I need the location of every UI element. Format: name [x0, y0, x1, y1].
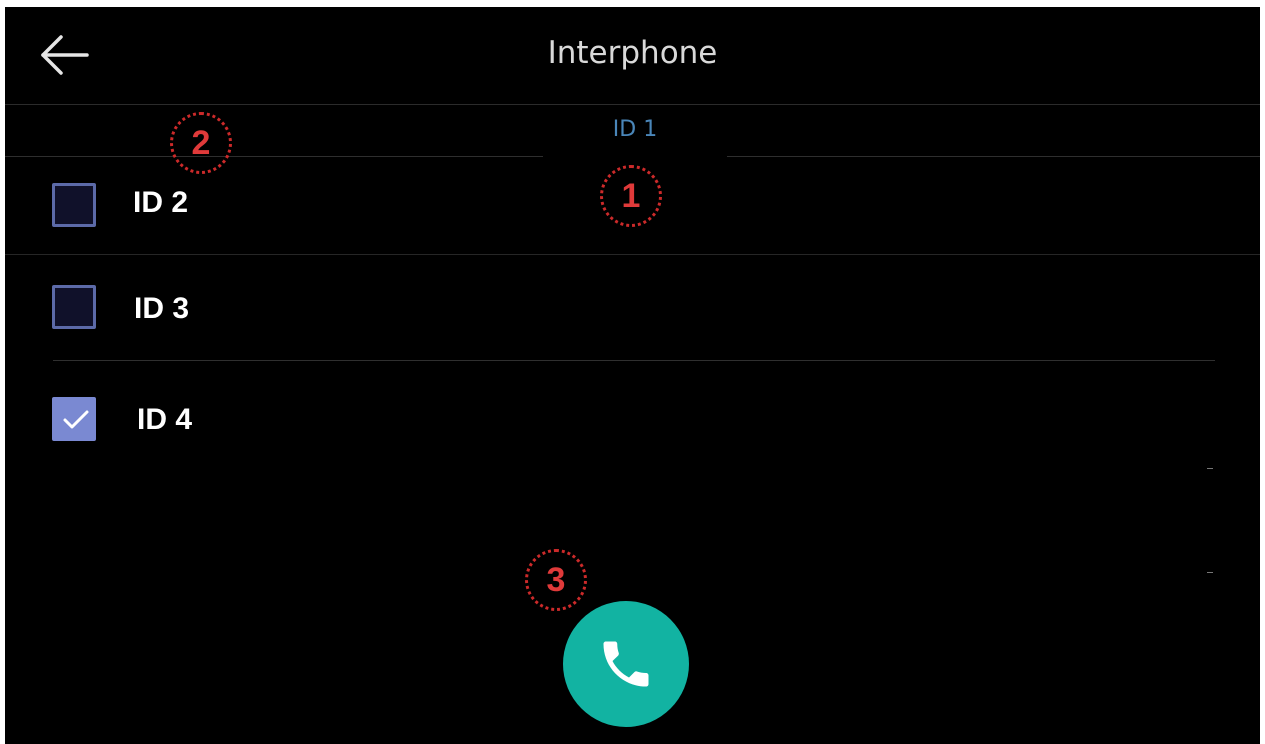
check-icon — [63, 410, 89, 429]
phone-icon — [603, 641, 649, 687]
annotation-marker-3: 3 — [525, 549, 587, 611]
page-title: Interphone — [547, 35, 718, 71]
interphone-screen: Interphone ID 1 ID 2 ID 3 ID 4 1 2 3 — [5, 7, 1260, 744]
device-label-id-2: ID 2 — [133, 186, 189, 219]
annotation-marker-1: 1 — [600, 165, 662, 227]
checkbox-id-4[interactable] — [52, 397, 96, 441]
scroll-marker — [1207, 468, 1213, 469]
device-label-id-3: ID 3 — [134, 292, 190, 325]
annotation-marker-2: 2 — [170, 112, 232, 174]
list-divider — [5, 254, 1260, 255]
checkbox-id-3[interactable] — [52, 285, 96, 329]
checkbox-id-2[interactable] — [52, 183, 96, 227]
device-item-id-4[interactable]: ID 4 — [5, 363, 1260, 463]
device-item-id-3[interactable]: ID 3 — [5, 259, 1260, 359]
scroll-marker — [1207, 572, 1213, 573]
call-button[interactable] — [563, 601, 689, 727]
list-divider — [53, 360, 1215, 361]
header-bar: Interphone — [5, 7, 1260, 105]
tab-id-1[interactable]: ID 1 — [543, 105, 727, 157]
device-label-id-4: ID 4 — [137, 403, 193, 436]
